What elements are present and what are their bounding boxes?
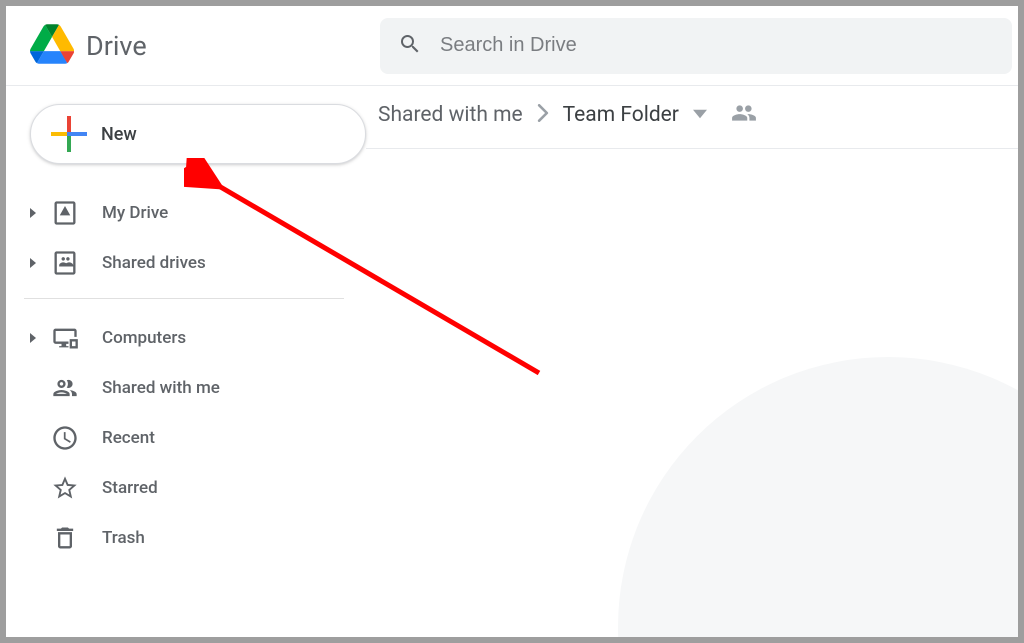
plus-icon (51, 116, 87, 152)
logo-area[interactable]: Drive (30, 24, 380, 68)
sidebar-item-label: Shared drives (102, 253, 206, 273)
sidebar-item-my-drive[interactable]: My Drive (24, 188, 366, 238)
sidebar-item-computers[interactable]: Computers (24, 313, 366, 363)
search-icon (398, 32, 422, 60)
new-button-label: New (101, 124, 137, 145)
search-input[interactable] (440, 34, 994, 57)
sidebar: New My Drive (6, 86, 366, 637)
breadcrumb-current[interactable]: Team Folder (563, 103, 679, 127)
nav-group-secondary: Computers Shared with me Recent (24, 313, 366, 563)
computers-icon (50, 323, 80, 353)
expand-icon[interactable] (26, 333, 40, 343)
sidebar-item-recent[interactable]: Recent (24, 413, 366, 463)
sidebar-divider (24, 298, 344, 299)
people-icon (731, 100, 757, 130)
sidebar-item-label: My Drive (102, 203, 168, 223)
main-area: New My Drive (6, 86, 1018, 637)
app-title: Drive (86, 30, 147, 62)
sidebar-item-label: Recent (102, 428, 155, 448)
search-bar[interactable] (380, 18, 1012, 74)
chevron-right-icon (537, 103, 549, 127)
clock-icon (50, 423, 80, 453)
sidebar-item-label: Computers (102, 328, 186, 348)
trash-icon (50, 523, 80, 553)
sidebar-item-label: Shared with me (102, 378, 220, 398)
header: Drive (6, 6, 1018, 86)
new-button[interactable]: New (30, 104, 366, 164)
background-decoration (618, 357, 1018, 637)
sidebar-item-label: Trash (102, 528, 145, 548)
sidebar-item-shared-with-me[interactable]: Shared with me (24, 363, 366, 413)
sidebar-item-label: Starred (102, 478, 158, 498)
people-icon (50, 373, 80, 403)
breadcrumb-root[interactable]: Shared with me (378, 103, 523, 127)
expand-icon[interactable] (26, 258, 40, 268)
star-icon (50, 473, 80, 503)
breadcrumb: Shared with me Team Folder (366, 100, 1018, 149)
sidebar-item-starred[interactable]: Starred (24, 463, 366, 513)
app-window: Drive New (6, 6, 1018, 637)
content-area: Shared with me Team Folder (366, 86, 1018, 637)
dropdown-icon[interactable] (693, 106, 707, 125)
my-drive-icon (50, 198, 80, 228)
sidebar-item-trash[interactable]: Trash (24, 513, 366, 563)
sidebar-item-shared-drives[interactable]: Shared drives (24, 238, 366, 288)
nav-group-primary: My Drive Shared drives (24, 188, 366, 288)
shared-drives-icon (50, 248, 80, 278)
expand-icon[interactable] (26, 208, 40, 218)
drive-logo-icon (30, 24, 74, 68)
